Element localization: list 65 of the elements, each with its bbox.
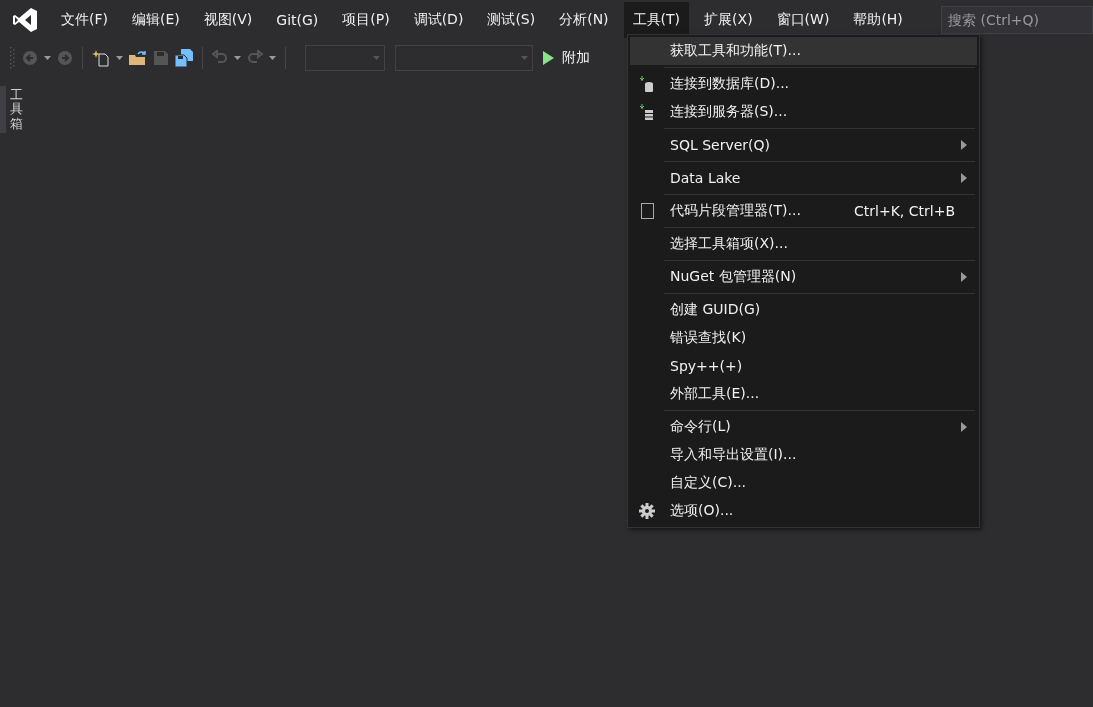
dropdown-caret-icon[interactable] — [234, 56, 241, 60]
menu-option[interactable]: 获取工具和功能(T)... — [630, 37, 977, 65]
menu-item[interactable]: Git(G) — [267, 3, 328, 37]
settings-icon — [639, 503, 655, 519]
menu-option-label: 自定义(C)... — [670, 474, 747, 492]
menu-option[interactable]: Spy++(+) — [630, 352, 977, 380]
menu-option[interactable]: SQL Server(Q) — [630, 131, 977, 159]
visual-studio-logo-icon — [12, 7, 38, 33]
shortcut-text: Ctrl+K, Ctrl+B — [854, 203, 955, 219]
dropdown-caret-icon — [373, 56, 380, 60]
menu-option[interactable]: 代码片段管理器(T)... Ctrl+K, Ctrl+B — [630, 197, 977, 225]
dropdown-caret-icon[interactable] — [269, 56, 276, 60]
menu-option-label: 获取工具和功能(T)... — [670, 42, 801, 60]
dropdown-caret-icon[interactable] — [116, 56, 123, 60]
menu-option-label: 导入和导出设置(I)... — [670, 446, 797, 464]
menu-option[interactable]: 命令行(L) — [630, 413, 977, 441]
menu-item[interactable]: 文件(F) — [52, 2, 117, 38]
dropdown-caret-icon — [521, 56, 528, 60]
menu-option-label: 连接到服务器(S)... — [670, 103, 788, 121]
menu-option[interactable]: 创建 GUID(G) — [630, 296, 977, 324]
menu-option-label: Spy++(+) — [670, 358, 743, 374]
menu-item[interactable]: 编辑(E) — [123, 2, 189, 38]
search-field[interactable]: 搜索 (Ctrl+Q) — [941, 6, 1093, 34]
menu-option-label: 外部工具(E)... — [670, 385, 760, 403]
play-icon — [543, 51, 554, 65]
menu-item[interactable]: 调试(D) — [404, 2, 473, 38]
menu-option[interactable]: 选择工具箱项(X)... — [630, 230, 977, 258]
open-folder-icon[interactable] — [129, 50, 147, 66]
menu-option-label: SQL Server(Q) — [670, 137, 770, 153]
menu-option-label: 命令行(L) — [670, 418, 731, 436]
menu-option[interactable]: 连接到数据库(D)... — [630, 70, 977, 98]
server-icon — [640, 104, 654, 120]
database-icon — [640, 76, 654, 92]
menu-item[interactable]: 窗口(W) — [767, 2, 839, 38]
new-project-icon[interactable] — [92, 49, 110, 67]
toolbox-tab[interactable]: 工具箱 — [0, 86, 27, 133]
menu-option-label: Data Lake — [670, 170, 741, 186]
attach-button[interactable]: 附加 — [539, 49, 594, 67]
menu-option[interactable]: Data Lake — [630, 164, 977, 192]
menu-item[interactable]: 分析(N) — [550, 2, 618, 38]
document-icon — [640, 203, 654, 219]
menu-option-label: 创建 GUID(G) — [670, 301, 761, 319]
menu-option-label: 代码片段管理器(T)... — [670, 202, 801, 220]
menu-option[interactable]: 错误查找(K) — [630, 324, 977, 352]
toolbar-grip-icon — [10, 47, 16, 69]
menu-item[interactable]: 视图(V) — [194, 2, 262, 38]
dropdown-field[interactable] — [395, 45, 533, 71]
menu-item[interactable]: 帮助(H) — [844, 2, 912, 38]
menu-item[interactable]: 测试(S) — [478, 2, 545, 38]
menu-option[interactable]: 连接到服务器(S)... — [630, 98, 977, 126]
menu-option-label: 选项(O)... — [670, 502, 734, 520]
menu-option[interactable]: 外部工具(E)... — [630, 380, 977, 408]
menu-item[interactable]: 项目(P) — [333, 2, 399, 38]
menu-option[interactable]: NuGet 包管理器(N) — [630, 263, 977, 291]
menu-item[interactable]: 扩展(X) — [695, 2, 762, 38]
dropdown-field[interactable] — [305, 45, 385, 71]
menu-option-label: 选择工具箱项(X)... — [670, 235, 788, 253]
menu-option[interactable]: 导入和导出设置(I)... — [630, 441, 977, 469]
menu-option[interactable]: 选项(O)... — [630, 497, 977, 525]
menu-option-label: NuGet 包管理器(N) — [670, 268, 797, 286]
menu-option-label: 连接到数据库(D)... — [670, 75, 790, 93]
dropdown-caret-icon[interactable] — [44, 56, 51, 60]
menu-option-label: 错误查找(K) — [670, 329, 747, 347]
menu-option[interactable]: 自定义(C)... — [630, 469, 977, 497]
save-all-icon[interactable] — [175, 49, 193, 67]
